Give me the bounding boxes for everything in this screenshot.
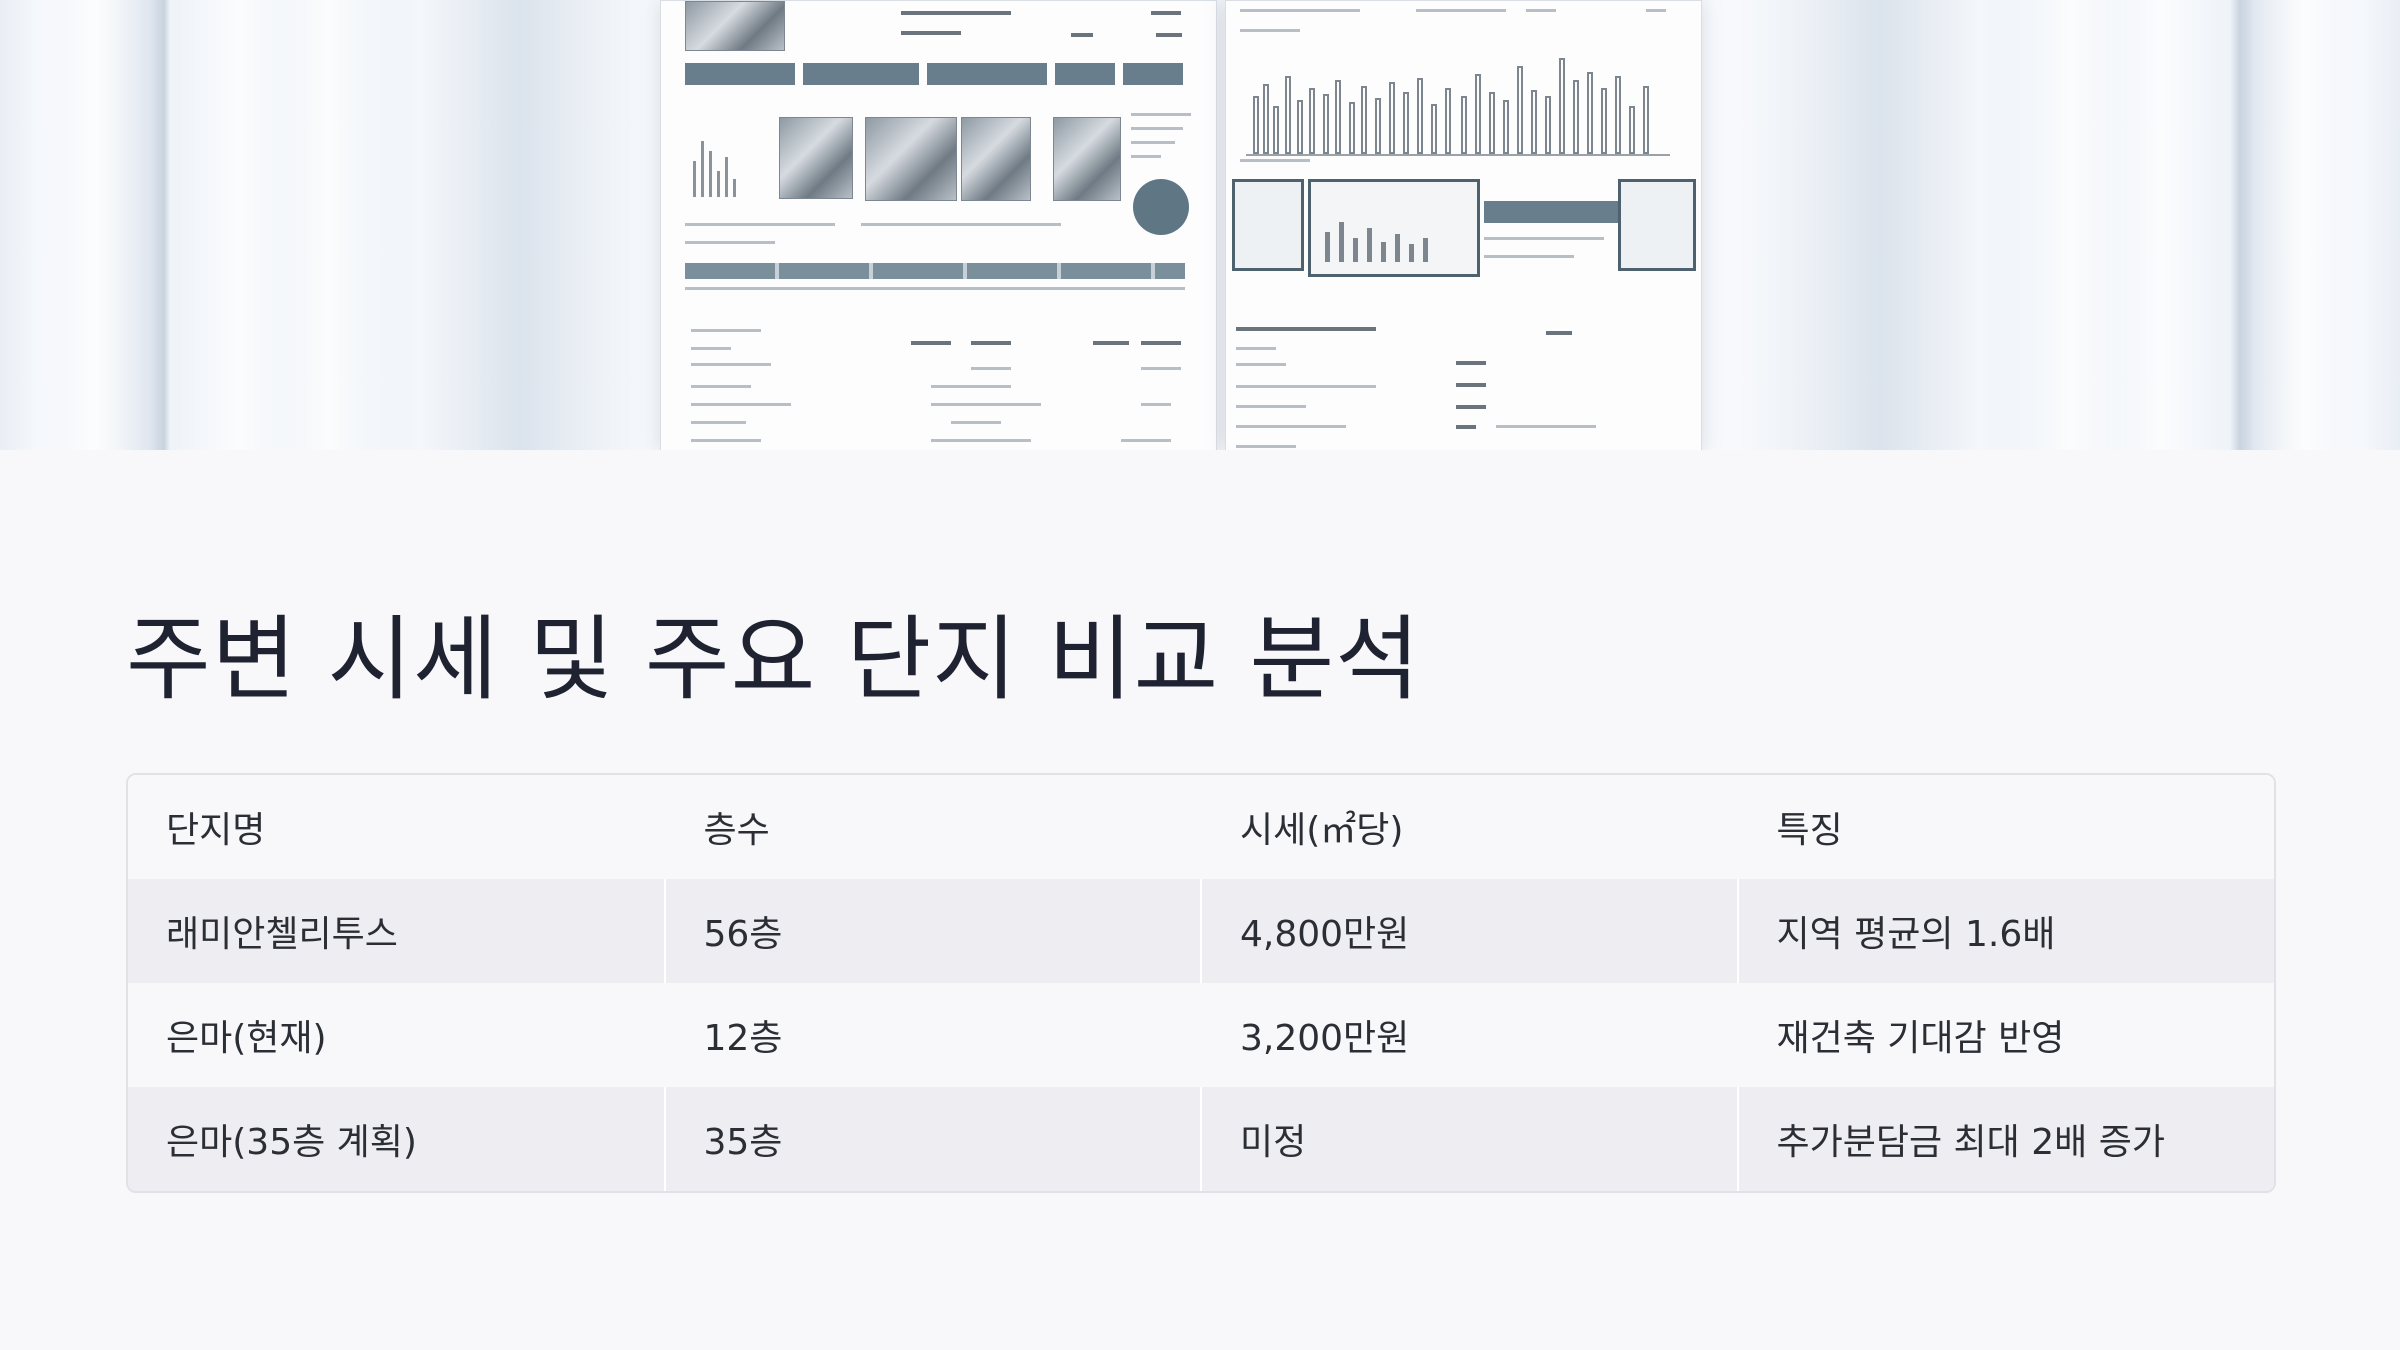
column-header-price-per-sqm: 시세(㎡당)	[1200, 775, 1738, 879]
cell-price: 3,200만원	[1200, 983, 1738, 1087]
slide: 주변 시세 및 주요 단지 비교 분석 단지명 층수 시세(㎡당) 특징 래미안…	[0, 0, 2400, 1350]
room-photo	[685, 1, 785, 51]
cell-floors: 56층	[663, 879, 1201, 983]
screen-panel	[1308, 179, 1480, 277]
cell-complex-name: 은마(35층 계획)	[128, 1087, 665, 1191]
page-title: 주변 시세 및 주요 단지 비교 분석	[126, 606, 1421, 713]
table-row: 은마(35층 계획) 35층 미정 추가분담금 최대 2배 증가	[128, 1087, 2274, 1191]
bar-chart-graphic	[1246, 58, 1670, 156]
room-photo	[1053, 117, 1121, 201]
pillar-highlight	[250, 0, 410, 450]
pie-circle	[1133, 179, 1189, 235]
pillar-highlight	[40, 0, 150, 450]
cell-floors: 35층	[663, 1087, 1201, 1191]
room-photo	[961, 117, 1031, 201]
cell-feature: 재건축 기대감 반영	[1736, 983, 2274, 1087]
cell-price: 4,800만원	[1200, 879, 1738, 983]
cell-feature: 지역 평균의 1.6배	[1736, 879, 2274, 983]
table-row: 은마(현재) 12층 3,200만원 재건축 기대감 반영	[128, 983, 2274, 1087]
pillar-highlight	[1990, 0, 2150, 450]
room-photo	[779, 117, 853, 199]
hero-image	[0, 0, 2400, 450]
mini-bar-chart	[693, 141, 736, 197]
comparison-table: 단지명 층수 시세(㎡당) 특징 래미안첼리투스 56층 4,800만원 지역 …	[126, 773, 2276, 1193]
cell-feature: 추가분담금 최대 2배 증가	[1736, 1087, 2274, 1191]
cell-price: 미정	[1200, 1087, 1738, 1191]
dashboard-board-right	[1225, 0, 1702, 450]
screen-panel	[1618, 179, 1696, 271]
screen-panel	[1232, 179, 1304, 271]
room-photo	[865, 117, 957, 201]
cell-complex-name: 래미안첼리투스	[128, 879, 665, 983]
column-header-floors: 층수	[663, 775, 1201, 879]
table-row: 래미안첼리투스 56층 4,800만원 지역 평균의 1.6배	[128, 879, 2274, 983]
column-header-features: 특징	[1736, 775, 2274, 879]
column-header-complex-name: 단지명	[128, 775, 665, 879]
dashboard-board-left	[660, 0, 1217, 450]
cell-complex-name: 은마(현재)	[128, 983, 665, 1087]
cell-floors: 12층	[663, 983, 1201, 1087]
table-header-row: 단지명 층수 시세(㎡당) 특징	[128, 775, 2274, 879]
pillar-highlight	[2250, 0, 2360, 450]
